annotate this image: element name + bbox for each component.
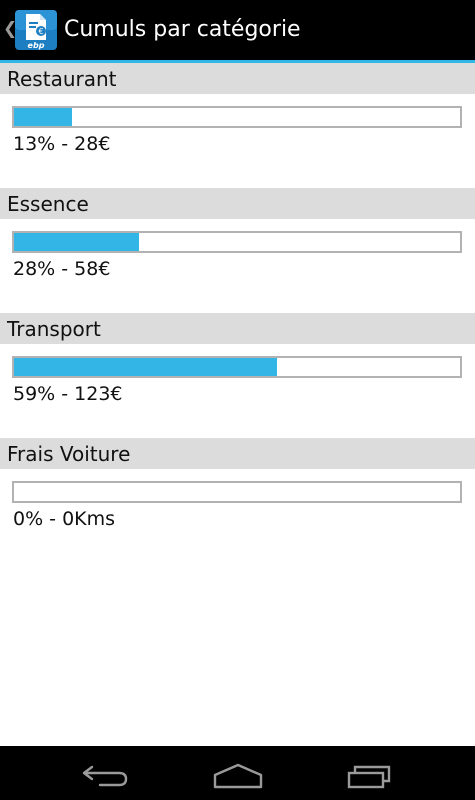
category-item-transport: Transport 59% - 123€ (0, 313, 475, 438)
category-name: Restaurant (7, 67, 117, 91)
category-name: Essence (7, 192, 89, 216)
back-icon (82, 765, 128, 787)
category-name: Frais Voiture (7, 442, 131, 466)
category-progress-bar (12, 356, 462, 378)
recent-apps-button[interactable] (330, 746, 410, 800)
app-icon-label: ebp (28, 41, 45, 50)
action-bar: ❮ € ebp Cumuls par catégorie (0, 0, 475, 60)
navigation-bar (0, 746, 475, 800)
recent-apps-icon (347, 765, 391, 789)
category-progress-bar (12, 231, 462, 253)
category-progress-bar (12, 481, 462, 503)
category-list: Restaurant 13% - 28€ Essence 28% - 58€ T… (0, 63, 475, 563)
category-item-restaurant: Restaurant 13% - 28€ (0, 63, 475, 188)
category-header: Transport (0, 313, 475, 344)
category-summary: 0% - 0Kms (13, 508, 116, 530)
category-item-frais-voiture: Frais Voiture 0% - 0Kms (0, 438, 475, 563)
category-progress-fill (14, 233, 139, 251)
category-header: Restaurant (0, 63, 475, 94)
category-summary: 28% - 58€ (13, 258, 111, 280)
category-progress-bar (12, 106, 462, 128)
category-summary: 13% - 28€ (13, 133, 111, 155)
category-item-essence: Essence 28% - 58€ (0, 188, 475, 313)
back-button[interactable] (66, 746, 146, 800)
category-header: Essence (0, 188, 475, 219)
category-header: Frais Voiture (0, 438, 475, 469)
category-progress-fill (14, 108, 72, 126)
category-progress-fill (14, 358, 278, 376)
category-summary: 59% - 123€ (13, 383, 123, 405)
home-icon (213, 763, 263, 789)
home-button[interactable] (198, 746, 278, 800)
app-icon: € ebp (14, 9, 58, 51)
svg-text:€: € (38, 27, 43, 36)
category-name: Transport (7, 317, 101, 341)
up-navigation-button[interactable]: ❮ € ebp (0, 0, 62, 60)
page-title: Cumuls par catégorie (64, 17, 301, 42)
